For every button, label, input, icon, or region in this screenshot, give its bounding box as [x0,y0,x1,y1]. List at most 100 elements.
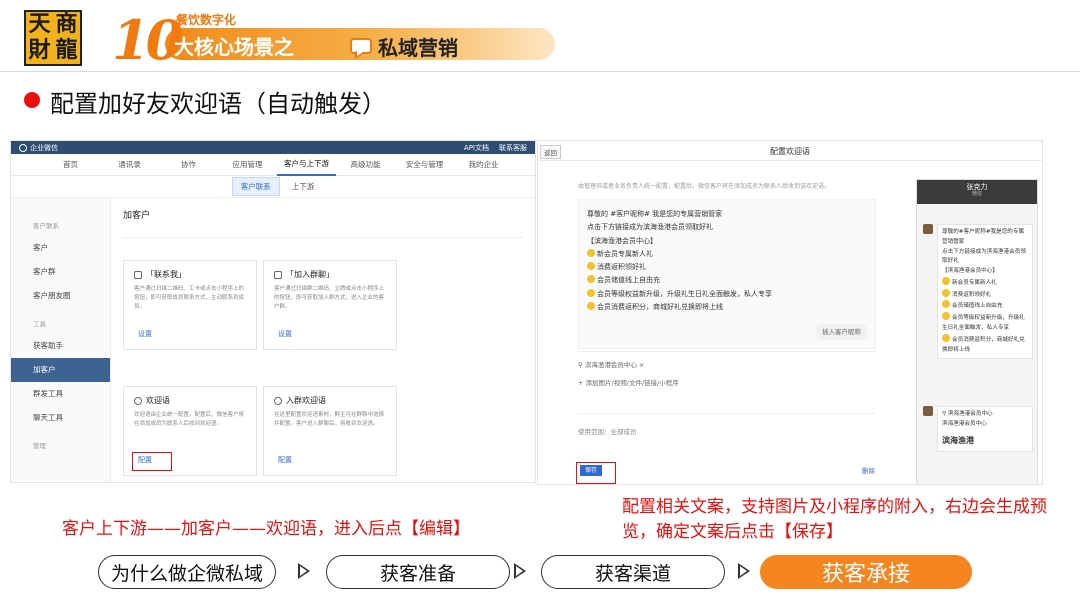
contact-me-icon [134,270,142,279]
message-line: 消费返积领好礼 [587,261,867,274]
api-docs-link[interactable]: API文档 [464,143,489,153]
link-icon: ⚲ [578,361,585,369]
banner-title: 大核心场景之 [174,35,294,59]
flow-step-undertaking[interactable]: 获客承接 [760,555,972,589]
flow-arrow-icon [514,563,526,579]
wecom-topbar: 企业微信 API文档 联系客服 [11,141,535,154]
nav-my-company[interactable]: 我的企业 [454,154,513,176]
card-description: 在这里配置欢迎语素材，群主可在群聊中选择并配置，客户进入群聊后，将收到欢迎语。 [274,412,385,427]
banner-superscript: 餐饮数字化 [176,13,237,27]
section-title: 配置加好友欢迎语（自动触发） [50,90,386,118]
banner-number: 10 [112,8,183,72]
banner-subtitle: 私域营销 [350,33,458,60]
welcome-message-icon [134,396,142,405]
caption-right: 配置相关文案，支持图片及小程序的附入，右边会生成预览，确定文案后点击【保存】 [622,497,1047,542]
logo-char: 龍 [55,38,78,63]
bullet-dot-icon [24,92,40,108]
divider [578,351,876,352]
add-attachment-button[interactable]: + 添加图片/视频/文件/链接/小程序 [578,377,679,387]
logo-char: 財 [28,38,51,63]
flow-step-channels[interactable]: 获客渠道 [541,555,725,589]
nav-advanced[interactable]: 高级功能 [336,154,395,176]
nav-customers[interactable]: 客户与上下游 [277,154,336,176]
wecom-main-panel: 加客户 「联系我」 客户通过扫描二维码、工卡或点击小程序上的按钮，即可获取成员联… [111,198,535,482]
message-line: 会员储值线上自由充 [587,274,867,287]
delete-link[interactable]: 删除 [862,465,875,475]
welcome-message-editor[interactable]: 尊敬的 #客户昵称# 我是您的专属营销管家 点击下方链接成为滨海渔港会员领取好礼… [578,199,876,349]
chat-bubble-icon [350,38,372,54]
welcome-message-card: 欢迎语 欢迎语由企业统一配置，配置后，微信客户将在添加成员为联系人后收到欢迎语。… [123,386,257,476]
emoji-icon [587,302,595,311]
usage-scope[interactable]: 使用范围：全部成员 [578,426,637,436]
contact-me-setup-link[interactable]: 设置 [138,329,152,339]
emoji-icon [942,276,950,285]
flow-step-preparation[interactable]: 获客准备 [326,555,510,589]
miniprogram-card-bubble: ⚲ 滨海渔港会员中心 滨海渔港会员中心 滨海渔港 [937,406,1033,452]
banner-subtitle-text: 私域营销 [378,35,458,60]
contact-support-link[interactable]: 联系客服 [499,143,527,153]
logo-char: 商 [55,12,78,37]
sidebar-group-label: 客户联系 [33,222,59,230]
attachment-item[interactable]: ⚲ 滨海渔港会员中心 × [578,359,644,369]
remove-icon[interactable]: × [639,361,644,369]
nav-apps[interactable]: 应用管理 [218,154,277,176]
flow-arrow-icon [738,563,750,579]
flow-arrow-icon [298,563,310,579]
emoji-icon [942,288,950,297]
card-title: 「联系我」 [146,270,186,279]
caption-left: 客户上下游——加客户——欢迎语，进入后点【编辑】 [62,519,470,539]
wecom-brand: 企业微信 [19,143,58,153]
avatar [923,406,933,416]
nav-collab[interactable]: 协作 [159,154,218,176]
emoji-icon [587,288,595,297]
card-title: 「加入群聊」 [286,270,334,279]
insert-nickname-button[interactable]: 插入客户昵称 [816,323,867,340]
emoji-icon [942,300,950,309]
qr-code-icon [274,270,282,279]
emoji-icon [942,333,950,342]
wecom-admin-screenshot: 企业微信 API文档 联系客服 首页 通讯录 协作 应用管理 客户与上下游 高级… [10,140,536,483]
phone-header: 张克力 微信 [917,180,1037,204]
nav-home[interactable]: 首页 [41,154,100,176]
header-divider [0,71,1080,72]
phone-preview: 张克力 微信 尊敬的#客户昵称#我是您的专属营销管家 点击下方链接成为滨海渔港会… [916,179,1038,484]
sidebar-item-customer-groups[interactable]: 客户群 [11,260,110,284]
sidebar-item-acquisition[interactable]: 获客助手 [11,334,110,358]
config-page-title: 配置欢迎语 [770,147,810,156]
group-welcome-icon [274,396,282,405]
chat-contact-sub: 微信 [971,191,982,198]
card-description: 客户通过扫描群二维码、立牌或点击小程序上的按钮，即可获取加入群方式，进入企业的客… [274,286,385,310]
message-line: 会员等级权益新升级，升级礼生日礼全面触发，私人专享 [587,288,867,301]
sidebar-group-label: 工具 [33,320,46,328]
emoji-icon [587,248,595,257]
group-welcome-configure-link[interactable]: 配置 [278,455,292,465]
message-line: 【滨海渔港会员中心】 [587,236,657,245]
wecom-sidebar: 客户联系 客户 客户群 客户朋友圈 工具 获客助手 加客户 群发工具 聊天工具 … [11,198,111,482]
page-title: 加客户 [123,208,523,238]
message-line: 会员消费返积分，商城好礼兑换即将上线 [587,301,867,314]
tab-customer-contact[interactable]: 客户联系 [231,177,280,196]
highlight-box [132,452,172,471]
sidebar-item-add-customer[interactable]: 加客户 [11,358,110,382]
chat-message: ⚲ 滨海渔港会员中心 滨海渔港会员中心 滨海渔港 [923,406,1033,452]
join-group-setup-link[interactable]: 设置 [278,329,292,339]
card-title: 欢迎语 [146,396,170,405]
wecom-brand-label: 企业微信 [30,143,58,152]
wecom-sub-tabs: 客户联系 上下游 [11,176,535,198]
sidebar-item-customers[interactable]: 客户 [11,236,110,260]
emoji-icon [942,312,950,321]
highlight-box [576,462,616,484]
card-description: 客户通过扫描二维码、工卡或点击小程序上的按钮，即可获取成员联系方式，主动联系到成… [134,286,245,310]
divider [578,413,876,414]
message-line: 新会员专属新人礼 [587,248,867,261]
sidebar-item-mass-send[interactable]: 群发工具 [11,382,110,406]
wecom-main-nav: 首页 通讯录 协作 应用管理 客户与上下游 高级功能 安全与管理 我的企业 [11,154,535,176]
emoji-icon [587,262,595,271]
tab-upstream-downstream[interactable]: 上下游 [292,181,315,192]
sidebar-item-chat-tools[interactable]: 聊天工具 [11,406,110,430]
flow-step-why-private-domain[interactable]: 为什么做企微私域 [98,555,276,589]
nav-security[interactable]: 安全与管理 [395,154,454,176]
sidebar-item-moments[interactable]: 客户朋友圈 [11,284,110,308]
nav-contacts[interactable]: 通讯录 [100,154,159,176]
emoji-icon [587,275,595,284]
